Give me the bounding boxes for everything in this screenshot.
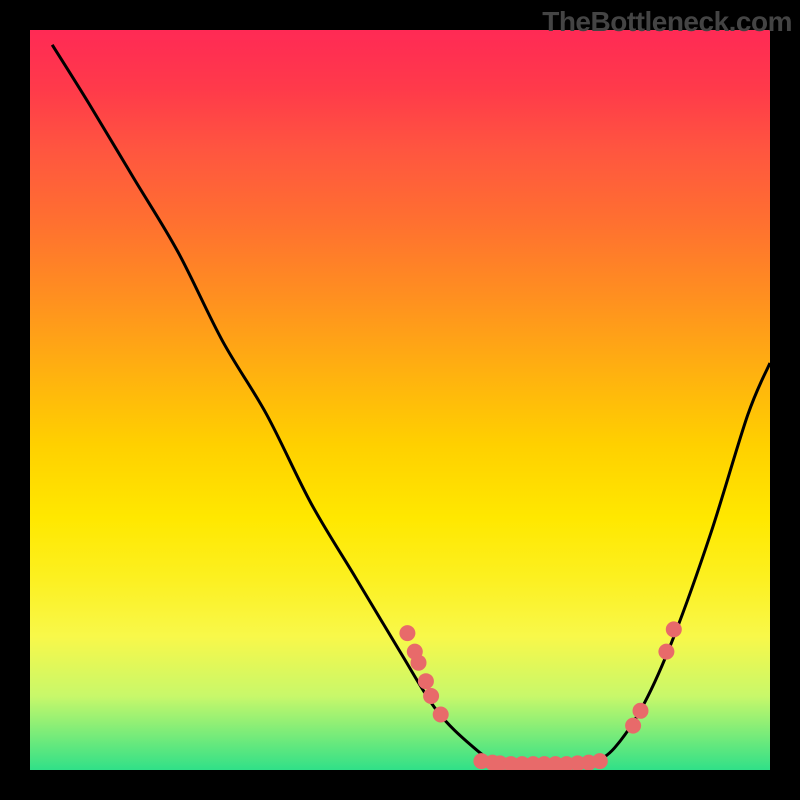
- data-point: [658, 644, 674, 660]
- data-points-group: [399, 621, 681, 770]
- chart-svg: [30, 30, 770, 770]
- data-point: [433, 707, 449, 723]
- data-point: [418, 673, 434, 689]
- data-point: [399, 625, 415, 641]
- data-point: [592, 753, 608, 769]
- data-point: [411, 655, 427, 671]
- data-point: [625, 718, 641, 734]
- data-point: [633, 703, 649, 719]
- data-point: [423, 688, 439, 704]
- watermark-text: TheBottleneck.com: [542, 6, 792, 38]
- chart-container: TheBottleneck.com: [0, 0, 800, 800]
- data-point: [666, 621, 682, 637]
